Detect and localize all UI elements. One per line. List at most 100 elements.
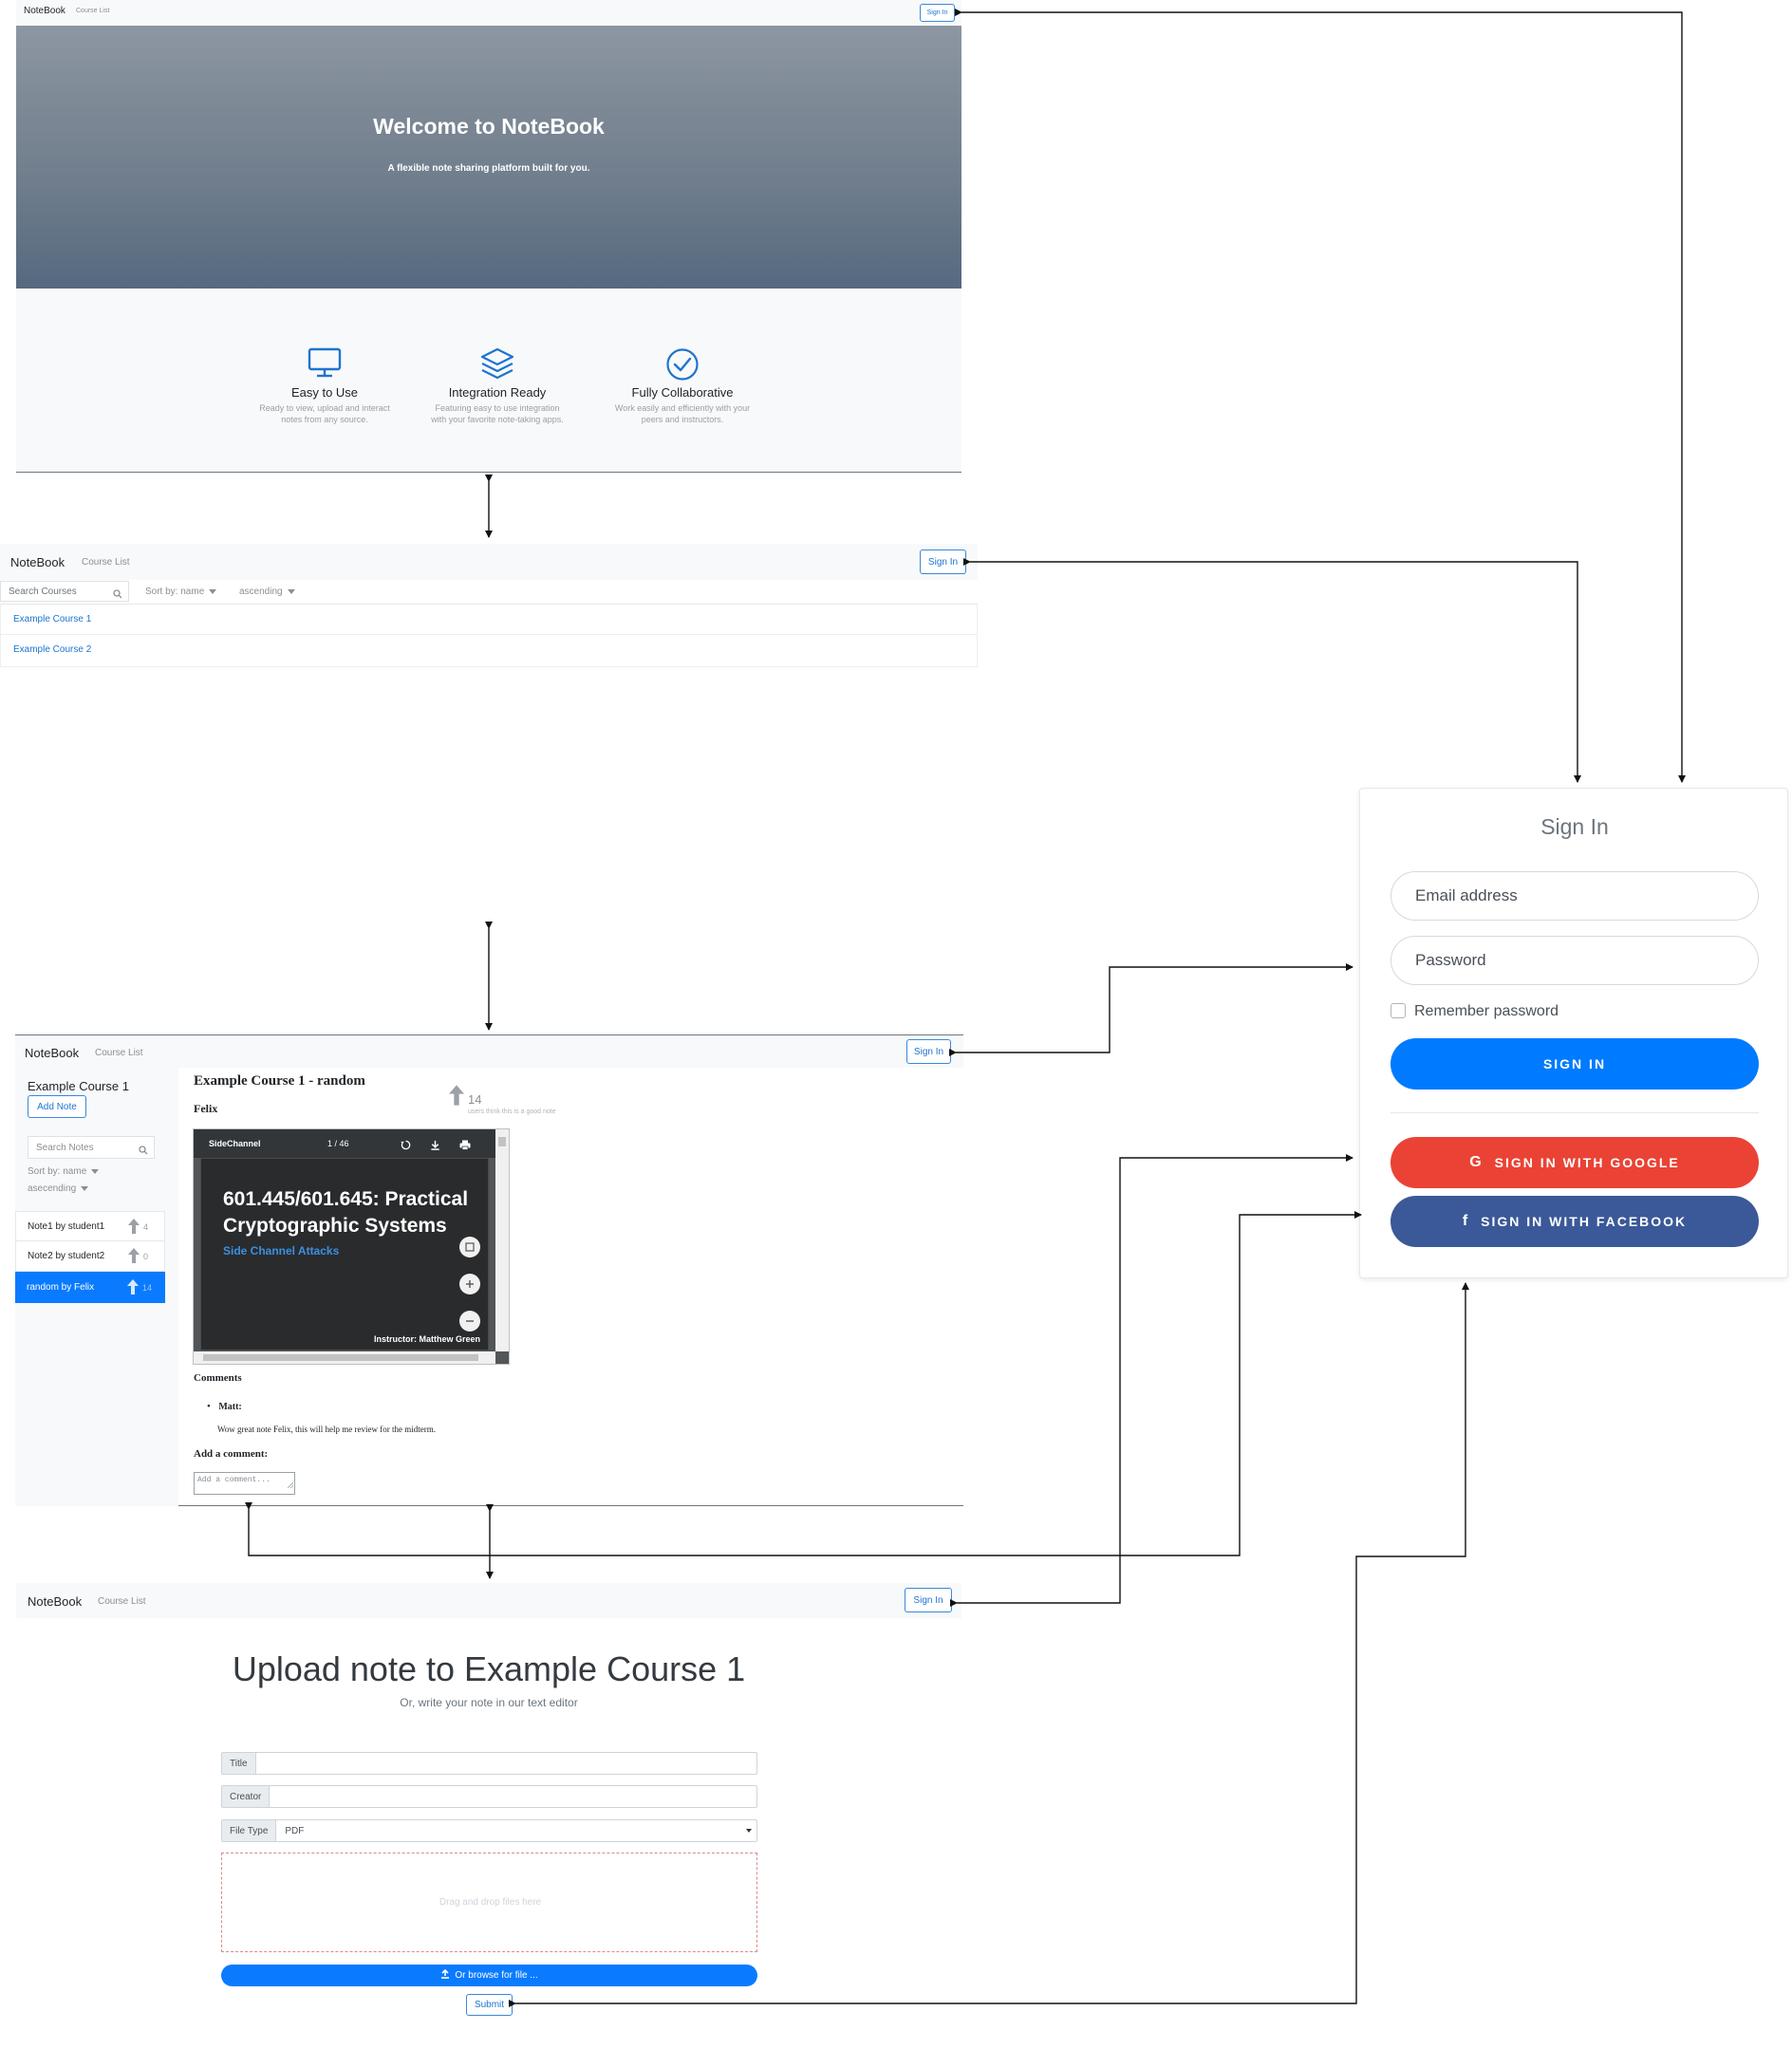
resize-handle-icon[interactable] (287, 1476, 294, 1493)
remember-password-label: Remember password (1414, 1003, 1559, 1019)
search-icon (139, 1143, 148, 1160)
browse-label: Or browse for file ... (455, 1970, 538, 1981)
note-list-item[interactable]: Note2 by student2 0 (15, 1241, 165, 1272)
slide-instructor: Instructor: Matthew Green (373, 1334, 480, 1344)
title-label: Title (222, 1753, 256, 1774)
feature-integration-ready: Integration Ready Featuring easy to use … (407, 347, 588, 424)
pdf-scrollbar[interactable] (495, 1129, 509, 1351)
zoom-in-icon[interactable] (459, 1274, 480, 1295)
sign-in-button[interactable]: Sign In (920, 550, 966, 574)
brand-logo[interactable]: NoteBook (24, 6, 65, 16)
download-icon[interactable] (430, 1138, 440, 1155)
course-link[interactable]: Example Course 1 (13, 614, 91, 624)
sort-dropdown[interactable]: Sort by: name (28, 1166, 100, 1177)
course-search-bar: Search Courses Sort by: name ascending (0, 580, 978, 605)
note-list-item-active[interactable]: random by Felix 14 (15, 1272, 165, 1303)
zoom-out-icon[interactable] (459, 1311, 480, 1332)
bullet: • (207, 1401, 211, 1412)
sort-dropdown[interactable]: Sort by: name (145, 587, 217, 597)
connector-upload-signin (950, 1154, 1353, 1607)
caret-down-icon (287, 588, 295, 594)
note-label: Note1 by student1 (28, 1221, 105, 1232)
brand-logo[interactable]: NoteBook (28, 1594, 82, 1609)
upload-navbar: NoteBook Course List (16, 1583, 961, 1618)
signin-submit-button[interactable]: SIGN IN (1391, 1038, 1759, 1090)
note-label: random by Felix (27, 1282, 95, 1293)
comment-item: • Matt: (207, 1397, 242, 1414)
title-input[interactable] (256, 1753, 756, 1774)
course-link[interactable]: Example Course 2 (13, 644, 91, 655)
slide-title: 601.445/601.645: Practical (223, 1188, 469, 1210)
pdf-viewer[interactable]: SideChannel 1 / 46 601.445/601.645: Prac… (193, 1128, 510, 1365)
notes-sidebar: Example Course 1 Add Note Search Notes S… (15, 1068, 178, 1506)
sign-in-button[interactable]: Sign In (905, 1588, 952, 1612)
signin-modal: Sign In Email address Password Remember … (1359, 788, 1788, 1278)
upvote-icon[interactable] (449, 1085, 464, 1110)
upload-heading: Upload note to Example Course 1 (232, 1649, 746, 1688)
check-circle-icon (664, 348, 700, 385)
note-search-input[interactable]: Search Notes (28, 1136, 155, 1159)
feature-desc: peers and instructors. (641, 415, 724, 424)
search-icon (113, 587, 122, 604)
brand-logo[interactable]: NoteBook (25, 1046, 79, 1060)
sign-in-button[interactable]: Sign In (920, 4, 955, 22)
email-field[interactable]: Email address (1391, 871, 1759, 921)
pdf-toolbar: SideChannel 1 / 46 (194, 1129, 495, 1158)
vote-count: 4 (143, 1222, 149, 1232)
upvote-icon[interactable] (128, 1219, 140, 1239)
google-signin-button[interactable]: G SIGN IN WITH GOOGLE (1391, 1137, 1759, 1188)
dropzone-text: Drag and drop files here (439, 1897, 542, 1908)
fit-page-icon[interactable] (459, 1237, 480, 1257)
course-list-item[interactable]: Example Course 1 (1, 605, 977, 635)
caret-down-icon (209, 588, 217, 594)
pdf-slide: 601.445/601.645: Practical Cryptographic… (200, 1158, 489, 1350)
order-dropdown[interactable]: ascending (239, 587, 295, 597)
comment-placeholder: Add a comment... (197, 1476, 271, 1484)
creator-label: Creator (222, 1786, 271, 1807)
connector-courselist-signin (963, 558, 1581, 783)
feature-desc: Ready to view, upload and interact (259, 403, 390, 413)
filetype-label: File Type (222, 1820, 277, 1841)
note-list: Note1 by student1 4 Note2 by student2 0 … (15, 1211, 165, 1303)
remember-password-checkbox[interactable] (1391, 1003, 1406, 1018)
facebook-icon: f (1462, 1213, 1468, 1229)
upvote-icon[interactable] (127, 1279, 139, 1299)
upvote-icon[interactable] (128, 1248, 140, 1268)
title-field: Title (221, 1752, 757, 1775)
add-note-button[interactable]: Add Note (28, 1095, 86, 1118)
print-icon[interactable] (459, 1138, 471, 1155)
submit-button[interactable]: Submit (466, 1994, 513, 2016)
order-dropdown[interactable]: asecending (28, 1183, 89, 1194)
course-list-item[interactable]: Example Course 2 (1, 635, 977, 666)
course-search-input[interactable]: Search Courses (0, 581, 129, 602)
pdf-filename: SideChannel (209, 1139, 261, 1148)
comment-input[interactable]: Add a comment... (194, 1472, 295, 1495)
nav-course-list[interactable]: Course List (76, 8, 109, 14)
password-placeholder: Password (1415, 951, 1486, 969)
comment-text: Wow great note Felix, this will help me … (217, 1425, 436, 1434)
note-author: Felix (194, 1102, 218, 1115)
filetype-field: File Type PDF (221, 1819, 757, 1842)
note-list-item[interactable]: Note1 by student1 4 (15, 1211, 165, 1241)
slide-subtitle: Side Channel Attacks (223, 1244, 340, 1257)
sign-in-button[interactable]: Sign In (906, 1039, 951, 1064)
creator-input[interactable] (270, 1786, 756, 1807)
password-field[interactable]: Password (1391, 936, 1759, 985)
order-label: asecending (28, 1183, 77, 1194)
facebook-signin-button[interactable]: f SIGN IN WITH FACEBOOK (1391, 1196, 1759, 1247)
rotate-icon[interactable] (401, 1138, 411, 1155)
nav-course-list[interactable]: Course List (98, 1596, 146, 1607)
file-dropzone[interactable]: Drag and drop files here (221, 1853, 757, 1952)
nav-course-list[interactable]: Course List (95, 1048, 143, 1058)
pdf-horizontal-scrollbar[interactable] (194, 1351, 495, 1364)
feature-title: Easy to Use (290, 385, 359, 400)
order-label: ascending (239, 587, 283, 597)
browse-file-button[interactable]: Or browse for file ... (221, 1965, 757, 1986)
filetype-select[interactable]: PDF (276, 1820, 756, 1841)
add-comment-heading: Add a comment: (194, 1448, 269, 1460)
nav-course-list[interactable]: Course List (82, 557, 130, 568)
google-button-label: SIGN IN WITH GOOGLE (1494, 1155, 1680, 1170)
brand-logo[interactable]: NoteBook (10, 555, 65, 569)
upload-subheading: Or, write your note in our text editor (400, 1696, 578, 1709)
course-list-navbar: NoteBook Course List (0, 544, 978, 580)
